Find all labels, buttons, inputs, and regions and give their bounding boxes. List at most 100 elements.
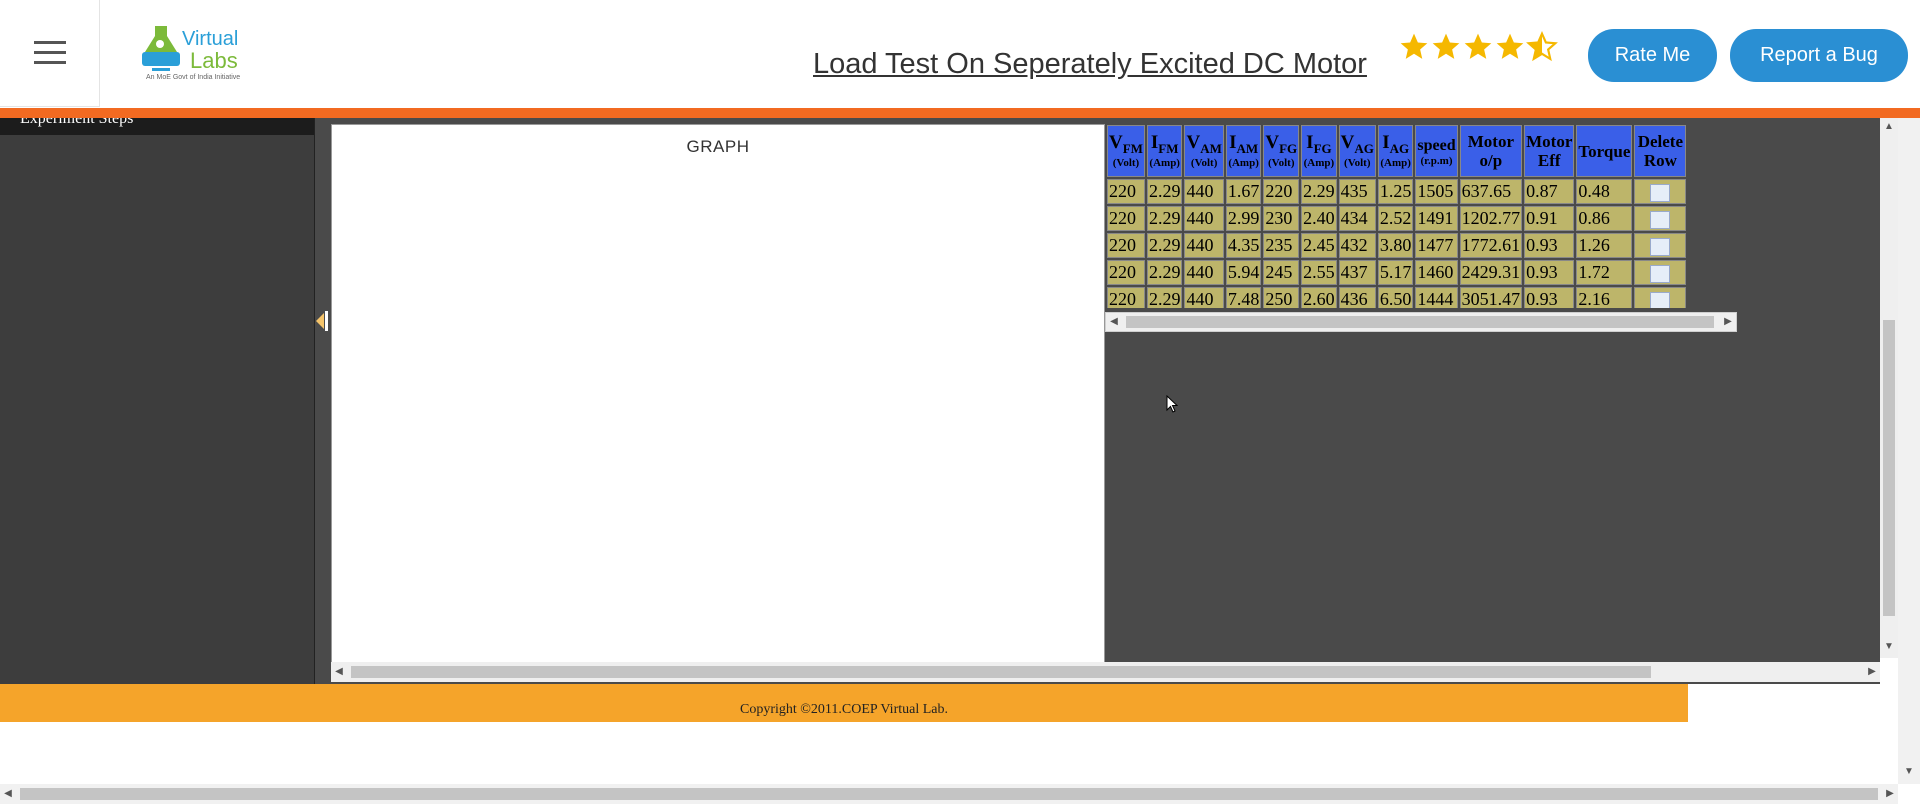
- table-cell: 440: [1184, 206, 1224, 231]
- workspace-horizontal-scrollbar[interactable]: ◀ ▶: [331, 662, 1880, 682]
- collapse-sidebar-icon[interactable]: [314, 308, 330, 334]
- header-motor-efficiency: Motor Eff: [1524, 125, 1575, 177]
- table-cell: 2.52: [1377, 206, 1414, 231]
- table-cell: 7.48: [1225, 287, 1262, 308]
- menu-icon[interactable]: [0, 0, 100, 107]
- workspace-hscroll-thumb[interactable]: [351, 666, 1651, 678]
- table-cell: 0.93: [1524, 233, 1575, 258]
- scroll-down-icon[interactable]: ▼: [1901, 763, 1917, 781]
- scroll-down-icon[interactable]: ▼: [1881, 638, 1897, 656]
- sidebar-header-text: Experiment Steps: [20, 118, 134, 127]
- table-cell: 1.72: [1576, 260, 1633, 285]
- table-cell: 220: [1107, 233, 1145, 258]
- page-title[interactable]: Load Test On Seperately Excited DC Motor: [813, 48, 1367, 81]
- table-cell: 5.17: [1377, 260, 1414, 285]
- logo-tagline: An MoE Govt of India Initiative: [146, 74, 241, 81]
- table-cell: 2.29: [1146, 233, 1183, 258]
- table-cell: 440: [1184, 287, 1224, 308]
- footer: Copyright ©2011.COEP Virtual Lab.: [0, 684, 1688, 722]
- broken-image-icon: [1650, 237, 1671, 256]
- table-cell: 0.48: [1576, 179, 1633, 204]
- page-vertical-scrollbar[interactable]: ▼: [1898, 118, 1920, 784]
- mouse-cursor-icon: [1166, 395, 1178, 413]
- table-cell: 440: [1184, 260, 1224, 285]
- table-cell: 1.25: [1377, 179, 1414, 204]
- sidebar-header: Experiment Steps: [0, 118, 314, 135]
- scroll-right-icon[interactable]: ▶: [1720, 313, 1736, 331]
- table-cell: 2.55: [1301, 260, 1337, 285]
- table-row: 220 2.29 440 1.67 220 2.29 435 1.25 1505 637.65 0.…: [1107, 179, 1687, 204]
- header-iag: IAG (Amp): [1377, 125, 1414, 177]
- delete-row-button[interactable]: [1634, 260, 1687, 285]
- workspace-vertical-scrollbar[interactable]: ▲ ▼: [1880, 118, 1898, 658]
- table-cell: 440: [1184, 233, 1224, 258]
- table-cell: 220: [1263, 179, 1300, 204]
- virtual-labs-logo[interactable]: Virtual Labs An MoE Govt of India Initia…: [138, 22, 248, 86]
- table-cell: 2.60: [1301, 287, 1337, 308]
- report-bug-button[interactable]: Report a Bug: [1730, 29, 1908, 82]
- table-cell: 434: [1338, 206, 1376, 231]
- table-cell: 1505: [1415, 179, 1458, 204]
- star-icon: [1464, 33, 1492, 59]
- star-icon: [1400, 33, 1428, 59]
- table-cell: 2.29: [1146, 206, 1183, 231]
- header-accent-bar: [0, 108, 1920, 118]
- broken-image-icon: [1650, 183, 1671, 202]
- table-cell: 0.93: [1524, 287, 1575, 308]
- table-cell: 436: [1338, 287, 1376, 308]
- header-ifm: IFM (Amp): [1146, 125, 1183, 177]
- table-cell: 440: [1184, 179, 1224, 204]
- table-cell: 6.50: [1377, 287, 1414, 308]
- table-row: 220 2.29 440 7.48 250 2.60 436 6.50 1444 3051.47 0…: [1107, 287, 1687, 308]
- scroll-left-icon[interactable]: ◀: [331, 663, 347, 681]
- observation-table: VFM (Volt) IFM (Amp) VAM (Volt) IAM (Amp) VF…: [1105, 123, 1688, 308]
- table-cell: 220: [1107, 179, 1145, 204]
- rate-me-button[interactable]: Rate Me: [1588, 29, 1717, 82]
- scroll-up-icon[interactable]: ▲: [1881, 118, 1897, 136]
- table-header-row: VFM (Volt) IFM (Amp) VAM (Volt) IAM (Amp) VF…: [1107, 125, 1687, 177]
- graph-panel: GRAPH: [331, 124, 1105, 664]
- page-horizontal-scrollbar[interactable]: ◀ ▶: [0, 784, 1898, 804]
- table-cell: 437: [1338, 260, 1376, 285]
- delete-row-button[interactable]: [1634, 206, 1687, 231]
- table-cell: 2.16: [1576, 287, 1633, 308]
- table-cell: 3.80: [1377, 233, 1414, 258]
- star-icon: [1432, 33, 1460, 59]
- header-iam: IAM (Amp): [1225, 125, 1262, 177]
- scroll-right-icon[interactable]: ▶: [1882, 785, 1898, 803]
- header-vfm: VFM (Volt): [1107, 125, 1145, 177]
- workspace-vscroll-thumb[interactable]: [1883, 320, 1895, 616]
- scroll-left-icon[interactable]: ◀: [1106, 313, 1122, 331]
- broken-image-icon: [1650, 210, 1671, 229]
- table-cell: 2.99: [1225, 206, 1262, 231]
- table-cell: 220: [1107, 287, 1145, 308]
- star-icon: [1496, 33, 1524, 59]
- delete-row-button[interactable]: [1634, 179, 1687, 204]
- table-cell: 637.65: [1459, 179, 1523, 204]
- scroll-right-icon[interactable]: ▶: [1864, 663, 1880, 681]
- table-cell: 1491: [1415, 206, 1458, 231]
- table-cell: 2.40: [1301, 206, 1337, 231]
- table-cell: 1.26: [1576, 233, 1633, 258]
- table-cell: 1.67: [1225, 179, 1262, 204]
- table-cell: 0.87: [1524, 179, 1575, 204]
- scroll-left-icon[interactable]: ◀: [0, 785, 16, 803]
- sidebar: Experiment Steps: [0, 118, 315, 684]
- table-cell: 2.45: [1301, 233, 1337, 258]
- table-row: 220 2.29 440 4.35 235 2.45 432 3.80 1477 1772.61 0…: [1107, 233, 1687, 258]
- table-cell: 3051.47: [1459, 287, 1523, 308]
- header-ifg: IFG (Amp): [1301, 125, 1337, 177]
- header-speed: speed (r.p.m): [1415, 125, 1458, 177]
- table-cell: 1477: [1415, 233, 1458, 258]
- table-cell: 2.29: [1146, 179, 1183, 204]
- header-delete-row: Delete Row: [1634, 125, 1687, 177]
- delete-row-button[interactable]: [1634, 233, 1687, 258]
- header-torque: Torque: [1576, 125, 1633, 177]
- page-hscroll-thumb[interactable]: [20, 788, 1878, 800]
- table-cell: 230: [1263, 206, 1300, 231]
- table-scroll-thumb[interactable]: [1126, 316, 1714, 328]
- delete-row-button[interactable]: [1634, 287, 1687, 308]
- graph-label: GRAPH: [686, 137, 750, 156]
- table-horizontal-scrollbar[interactable]: ◀ ▶: [1105, 312, 1737, 332]
- table-cell: 2.29: [1146, 260, 1183, 285]
